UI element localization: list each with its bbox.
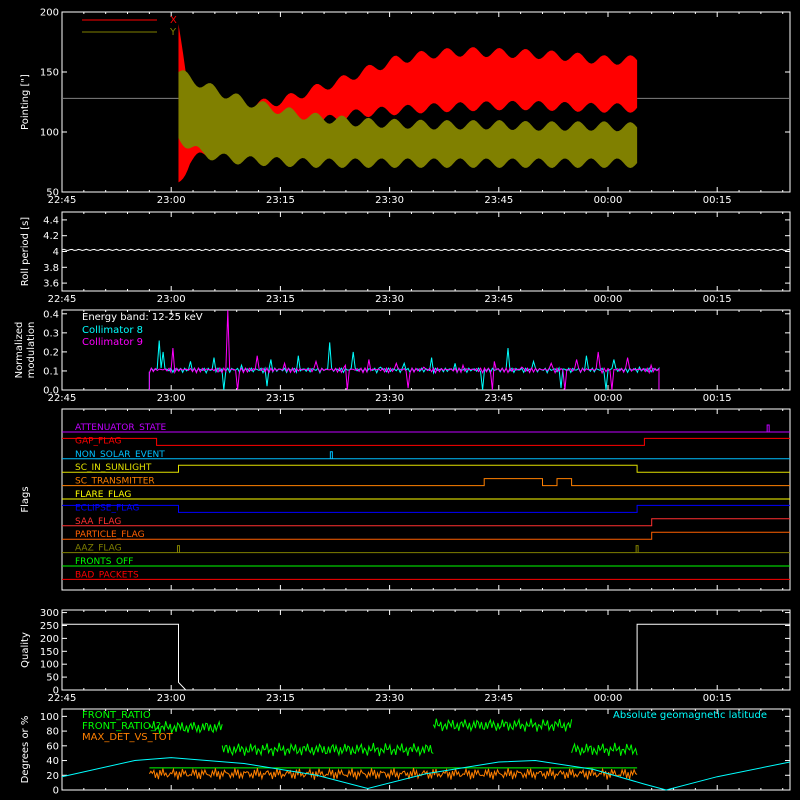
quality-xtick-label: 23:00 <box>157 693 186 704</box>
quality-xtick-label: 00:15 <box>703 693 732 704</box>
pointing-xtick-label: 23:15 <box>266 195 295 206</box>
geomag-ytick-label: 20 <box>46 771 59 782</box>
quality-xtick-label: 23:30 <box>375 693 404 704</box>
quality-ylabel: Quality <box>20 632 31 668</box>
geomag-ytick-label: 0 <box>53 786 59 797</box>
roll-period-xtick-label: 22:45 <box>48 294 77 305</box>
modulation-ytick-label: 0.2 <box>43 347 59 358</box>
pointing-xtick-label: 23:45 <box>484 195 513 206</box>
geomag-ytick-label: 40 <box>46 756 59 767</box>
modulation-ytick-label: 0.4 <box>43 309 59 320</box>
pointing-ylabel: Pointing ["] <box>20 74 31 130</box>
roll-period-xtick-label: 23:45 <box>484 294 513 305</box>
rhessi-quicklook-chart: 5010015020022:45 23:00 23:15 23:30 23:45 00:0… <box>0 0 800 800</box>
roll-period-xtick-label: 23:15 <box>266 294 295 305</box>
modulation-xtick-label: 23:45 <box>484 393 513 404</box>
quality-ytick-label: 50 <box>46 673 59 684</box>
geomag-ylabel: Degrees or % <box>20 716 31 784</box>
pointing-ytick-label: 200 <box>40 8 59 19</box>
flags-ylabel: Flags <box>20 486 31 512</box>
modulation-xtick-label: 23:00 <box>157 393 186 404</box>
pointing-xtick-label: 00:00 <box>594 195 623 206</box>
roll-period-ytick-label: 3.6 <box>43 279 59 290</box>
pointing-legend-label-x: X <box>170 15 177 26</box>
pointing-xtick-label: 23:00 <box>157 195 186 206</box>
roll-period-ytick-label: 4 <box>53 247 59 258</box>
modulation-xtick-label: 22:45 <box>48 393 77 404</box>
modulation-legend-collimator-9: Collimator 9 <box>82 337 143 348</box>
geomag-legend-max_det_vs_tot: MAX_DET_VS_TOT <box>82 732 174 743</box>
modulation-ytick-label: 0.3 <box>43 328 59 339</box>
pointing-ytick-label: 150 <box>40 68 59 79</box>
geomag-legend-front_ratio: FRONT_RATIO <box>82 710 151 721</box>
geomag-ytick-label: 60 <box>46 741 59 752</box>
roll-period-ytick-label: 4.2 <box>43 231 59 242</box>
geomag-latitude-annotation: Absolute geomagnetic latitude <box>613 710 767 721</box>
pointing-xtick-label: 22:45 <box>48 195 77 206</box>
quality-xtick-label: 23:45 <box>484 693 513 704</box>
modulation-ytick-label: 0.1 <box>43 366 59 377</box>
roll-period-xtick-label: 23:30 <box>375 294 404 305</box>
pointing-xtick-label: 00:15 <box>703 195 732 206</box>
roll-period-xtick-label: 23:00 <box>157 294 186 305</box>
roll-period-xtick-label: 00:15 <box>703 294 732 305</box>
geomag-ytick-label: 80 <box>46 727 59 738</box>
pointing-xtick-label: 23:30 <box>375 195 404 206</box>
roll-period-ylabel: Roll period [s] <box>20 217 31 286</box>
modulation-ylabel: modulation <box>26 322 37 379</box>
quality-ytick-label: 200 <box>40 634 59 645</box>
pointing-legend-label-y: Y <box>169 27 177 38</box>
quality-ytick-label: 250 <box>40 621 59 632</box>
modulation-energy-band-annotation: Energy band: 12-25 keV <box>82 312 203 323</box>
modulation-legend-collimator-8: Collimator 8 <box>82 325 143 336</box>
pointing-ytick-label: 100 <box>40 128 59 139</box>
roll-period-ytick-label: 3.8 <box>43 263 59 274</box>
modulation-xtick-label: 23:30 <box>375 393 404 404</box>
roll-period-ytick-label: 4.4 <box>43 215 59 226</box>
geomag-legend-front_ratio_: FRONT_RATIO_? <box>82 721 161 732</box>
quality-xtick-label: 00:00 <box>594 693 623 704</box>
roll-period-xtick-label: 00:00 <box>594 294 623 305</box>
modulation-ylabel: Normalized <box>14 322 25 379</box>
modulation-xtick-label: 00:00 <box>594 393 623 404</box>
quality-xtick-label: 22:45 <box>48 693 77 704</box>
quality-ytick-label: 150 <box>40 647 59 658</box>
geomag-ytick-label: 100 <box>40 712 59 723</box>
modulation-xtick-label: 23:15 <box>266 393 295 404</box>
quality-ytick-label: 300 <box>40 608 59 619</box>
modulation-xtick-label: 00:15 <box>703 393 732 404</box>
quality-xtick-label: 23:15 <box>266 693 295 704</box>
quality-ytick-label: 100 <box>40 660 59 671</box>
